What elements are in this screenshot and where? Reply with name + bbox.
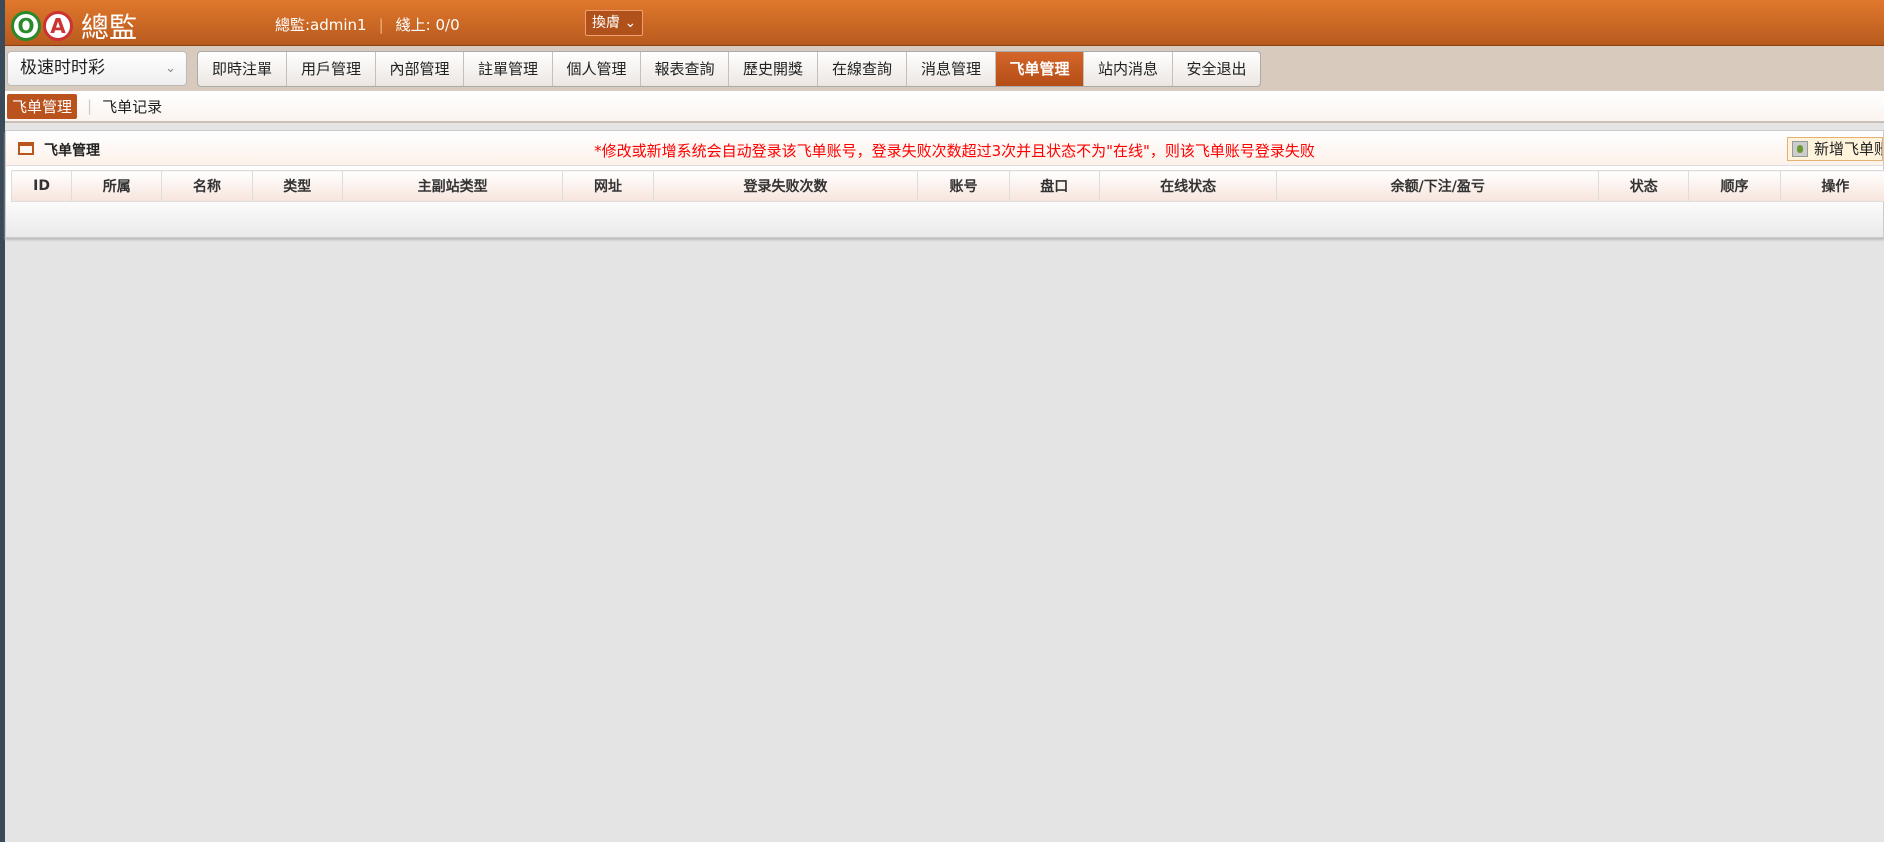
column-header: 盘口: [1008, 170, 1100, 202]
desktop-edge: [0, 0, 5, 842]
column-header: 顺序: [1688, 170, 1781, 202]
user-add-icon: [1792, 141, 1808, 157]
tab-5[interactable]: 報表查詢: [641, 52, 729, 86]
column-header: 登录失败次数: [652, 170, 919, 202]
tab-2[interactable]: 內部管理: [376, 52, 464, 86]
logo-o: O: [11, 11, 41, 41]
fly-table: ID 所属 名称 类型 主副站类型 网址 登录失败次数 账号 盘口 在线状态 余额/下注/盈亏 状态顺…: [10, 170, 1884, 202]
column-header: 名称: [161, 170, 253, 202]
add-button-label: 新增飞单账号: [1814, 140, 1882, 158]
column-header: 类型: [251, 170, 343, 202]
column-header: 主副站类型: [341, 170, 564, 202]
add-fly-account-button[interactable]: 新增飞单账号: [1787, 137, 1883, 161]
role-title: 總監: [81, 11, 138, 44]
panel-header: *修改或新增系统会自动登录该飞单账号，登录失败次数超过3次并且状态不为"在线"，…: [6, 131, 1883, 166]
main-tabs: 即時注單 用戶管理 內部管理 註單管理 個人管理 報表查詢 歷史開獎 在線查詢 消息管理 飞单管理…: [197, 51, 1261, 87]
sub-nav: 飞单管理 | 飞单记录: [5, 91, 1884, 123]
tab-1[interactable]: 用戶管理: [287, 52, 376, 86]
tab-3[interactable]: 註單管理: [464, 52, 553, 86]
subnav-fly-records[interactable]: 飞单记录: [102, 96, 162, 117]
column-header: 在线状态: [1098, 170, 1278, 202]
lottery-select-value: 极速时时彩: [20, 58, 105, 78]
user-info: 總監:admin1 | 綫上: 0/0: [275, 14, 460, 35]
skin-dropdown[interactable]: 換膚 ⌄: [585, 10, 644, 36]
user-name: 總監:admin1: [275, 16, 367, 34]
divider: |: [87, 97, 93, 115]
nav-bar: 极速时时彩 ⌄ 即時注單 用戶管理 內部管理 註單管理 個人管理 報表查詢 歷史開獎 在線查詢消…: [5, 46, 1884, 91]
tab-0[interactable]: 即時注單: [198, 52, 287, 86]
tab-7[interactable]: 在線查詢: [818, 52, 907, 86]
column-header: 所属: [71, 170, 163, 202]
tab-6[interactable]: 歷史開獎: [729, 52, 818, 86]
skin-label: 換膚: [592, 15, 620, 31]
lottery-select[interactable]: 极速时时彩 ⌄: [7, 51, 187, 86]
column-header: 网址: [562, 170, 654, 202]
divider: |: [378, 16, 384, 34]
tab-4[interactable]: 個人管理: [553, 52, 641, 86]
panel-title: 飞单管理: [44, 143, 100, 159]
online-count: 綫上: 0/0: [395, 16, 460, 34]
column-header: 账号: [917, 170, 1010, 202]
subnav-fly-manage[interactable]: 飞单管理: [7, 93, 78, 119]
logo-a: A: [43, 11, 73, 41]
column-header: 操作: [1779, 170, 1884, 202]
chevron-down-icon: ⌄: [165, 61, 176, 76]
logo: OA 總監: [11, 6, 137, 46]
column-header: 状态: [1598, 170, 1690, 202]
column-header: ID: [10, 170, 73, 202]
fly-panel: *修改或新增系统会自动登录该飞单账号，登录失败次数超过3次并且状态不为"在线"，…: [5, 130, 1884, 238]
tab-10[interactable]: 站内消息: [1084, 52, 1173, 86]
chevron-down-icon: ⌄: [624, 15, 637, 31]
tab-9[interactable]: 飞单管理: [996, 52, 1084, 86]
header: OA 總監 總監:admin1 | 綫上: 0/0 換膚 ⌄: [5, 0, 1884, 46]
column-header: 余额/下注/盈亏: [1276, 170, 1600, 202]
tab-11[interactable]: 安全退出: [1173, 52, 1260, 86]
tab-8[interactable]: 消息管理: [907, 52, 996, 86]
notice-text: *修改或新增系统会自动登录该飞单账号，登录失败次数超过3次并且状态不为"在线"，…: [594, 142, 1315, 160]
